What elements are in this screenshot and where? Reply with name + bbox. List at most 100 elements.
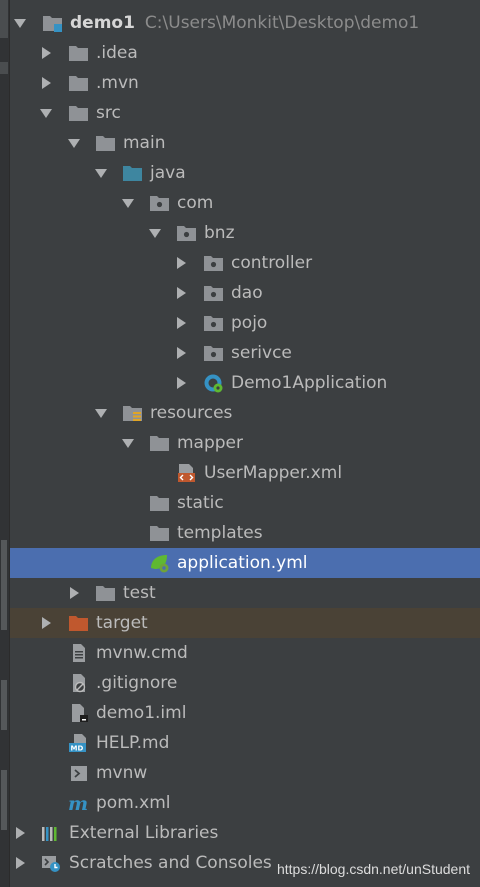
expanded-arrow-icon[interactable] <box>120 188 136 218</box>
tree-label: serivce <box>231 343 292 363</box>
tree-label: resources <box>150 403 233 423</box>
tree-row-serivce[interactable]: serivce <box>10 338 480 368</box>
expanded-arrow-icon[interactable] <box>12 8 28 38</box>
tree-row-static[interactable]: static <box>10 488 480 518</box>
tree-row-resources[interactable]: resources <box>10 398 480 428</box>
collapsed-arrow-icon[interactable] <box>38 608 54 638</box>
package-icon <box>203 313 225 333</box>
tree-label: .idea <box>96 43 138 63</box>
expanded-arrow-icon[interactable] <box>93 398 109 428</box>
tree-label: target <box>96 613 148 633</box>
tree-row-demo1application[interactable]: Demo1Application <box>10 368 480 398</box>
expanded-arrow-icon[interactable] <box>66 128 82 158</box>
tree-label: java <box>150 163 186 183</box>
xml-file-icon <box>176 463 198 483</box>
tree-label: Scratches and Consoles <box>69 853 272 873</box>
watermark-url: https://blog.csdn.net/unStudent <box>276 861 470 877</box>
tree-label: application.yml <box>177 553 308 573</box>
tool-tab-marker <box>0 62 8 74</box>
project-tool-tab[interactable] <box>0 0 8 38</box>
tree-row-mapper[interactable]: mapper <box>10 428 480 458</box>
tree-row-src[interactable]: src <box>10 98 480 128</box>
collapsed-arrow-icon[interactable] <box>12 848 28 878</box>
web-tool-tab[interactable] <box>1 680 7 730</box>
tree-label: com <box>177 193 214 213</box>
svg-text:MD: MD <box>71 745 84 753</box>
left-tool-strip[interactable] <box>0 0 10 887</box>
tree-row-external-libraries[interactable]: External Libraries <box>10 818 480 848</box>
folder-icon <box>149 433 171 453</box>
folder-icon <box>95 133 117 153</box>
ignore-file-icon <box>68 673 90 693</box>
tree-row-pom-xml[interactable]: m pom.xml <box>10 788 480 818</box>
project-path: C:\Users\Monkit\Desktop\demo1 <box>144 13 420 33</box>
package-icon <box>203 283 225 303</box>
package-icon <box>176 223 198 243</box>
tree-row-com[interactable]: com <box>10 188 480 218</box>
tree-label: mvnw <box>96 763 148 783</box>
module-icon <box>42 13 64 33</box>
tree-row-target[interactable]: target <box>10 608 480 638</box>
tree-row-main[interactable]: main <box>10 128 480 158</box>
iml-file-icon <box>68 703 90 723</box>
folder-icon <box>68 103 90 123</box>
tree-row-test[interactable]: test <box>10 578 480 608</box>
tree-label: .mvn <box>96 73 139 93</box>
expanded-arrow-icon[interactable] <box>38 98 54 128</box>
resources-folder-icon <box>122 403 144 423</box>
tree-row-idea[interactable]: .idea <box>10 38 480 68</box>
tree-row-templates[interactable]: templates <box>10 518 480 548</box>
collapsed-arrow-icon[interactable] <box>173 368 189 398</box>
tree-row-mvnw[interactable]: mvnw <box>10 758 480 788</box>
collapsed-arrow-icon[interactable] <box>38 38 54 68</box>
tree-row-pojo[interactable]: pojo <box>10 308 480 338</box>
spring-boot-app-icon <box>203 373 225 393</box>
tree-row-mvnw-cmd[interactable]: mvnw.cmd <box>10 638 480 668</box>
collapsed-arrow-icon[interactable] <box>173 308 189 338</box>
folder-icon <box>95 583 117 603</box>
tree-row-demo1[interactable]: demo1 C:\Users\Monkit\Desktop\demo1 <box>10 8 480 38</box>
collapsed-arrow-icon[interactable] <box>173 338 189 368</box>
tree-row-bnz[interactable]: bnz <box>10 218 480 248</box>
folder-icon <box>68 43 90 63</box>
tree-label: External Libraries <box>69 823 219 843</box>
package-icon <box>203 253 225 273</box>
tree-label: controller <box>231 253 313 273</box>
favorites-tool-tab[interactable] <box>1 770 7 830</box>
structure-tool-tab[interactable] <box>1 540 7 630</box>
project-tree[interactable]: demo1 C:\Users\Monkit\Desktop\demo1 .idea… <box>10 8 480 878</box>
expanded-arrow-icon[interactable] <box>147 218 163 248</box>
collapsed-arrow-icon[interactable] <box>38 68 54 98</box>
tree-label: bnz <box>204 223 235 243</box>
collapsed-arrow-icon[interactable] <box>66 578 82 608</box>
tree-row-mvn[interactable]: .mvn <box>10 68 480 98</box>
svg-text:m: m <box>68 793 88 813</box>
tree-row-usermapper[interactable]: UserMapper.xml <box>10 458 480 488</box>
tree-label: pojo <box>231 313 268 333</box>
collapsed-arrow-icon[interactable] <box>12 818 28 848</box>
maven-icon: m <box>68 793 90 815</box>
tree-row-dao[interactable]: dao <box>10 278 480 308</box>
tree-label: static <box>177 493 224 513</box>
tree-label: templates <box>177 523 263 543</box>
tree-row-java[interactable]: java <box>10 158 480 188</box>
tree-label: mvnw.cmd <box>96 643 188 663</box>
tree-label: UserMapper.xml <box>204 463 343 483</box>
tree-row-help-md[interactable]: MD HELP.md <box>10 728 480 758</box>
source-folder-icon <box>122 163 144 183</box>
tree-row-gitignore[interactable]: .gitignore <box>10 668 480 698</box>
libraries-icon <box>40 823 62 843</box>
tree-row-controller[interactable]: controller <box>10 248 480 278</box>
expanded-arrow-icon[interactable] <box>120 428 136 458</box>
tree-row-application-yml[interactable]: application.yml <box>10 548 480 578</box>
tree-label: Demo1Application <box>231 373 388 393</box>
tree-label: demo1.iml <box>96 703 187 723</box>
tree-label: src <box>96 103 121 123</box>
collapsed-arrow-icon[interactable] <box>173 278 189 308</box>
folder-icon <box>149 523 171 543</box>
package-icon <box>149 193 171 213</box>
tree-row-demo1-iml[interactable]: demo1.iml <box>10 698 480 728</box>
expanded-arrow-icon[interactable] <box>93 158 109 188</box>
folder-icon <box>68 73 90 93</box>
collapsed-arrow-icon[interactable] <box>173 248 189 278</box>
